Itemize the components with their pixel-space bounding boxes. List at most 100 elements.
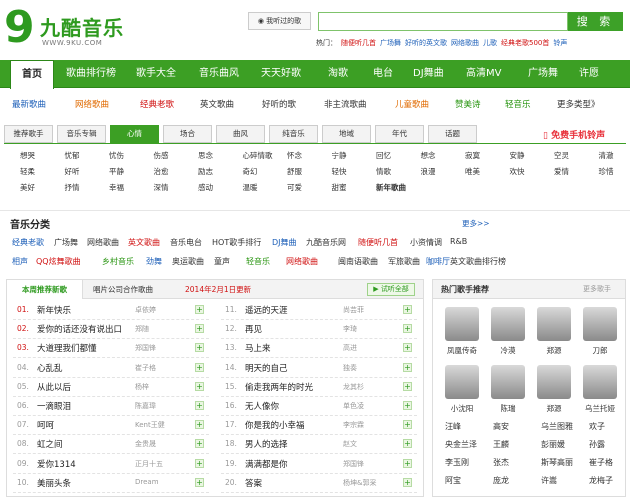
song-title-link[interactable]: 偷走我两年的时光 — [245, 381, 313, 393]
search-button[interactable]: 搜 索 — [568, 12, 623, 31]
mood-tag[interactable]: 宁静 — [332, 150, 347, 161]
mood-tag[interactable]: 情歌 — [376, 166, 391, 177]
add-song-icon[interactable]: + — [403, 305, 412, 314]
singer-photo-name[interactable]: 凤凰传奇 — [440, 345, 484, 356]
singer-name-link[interactable]: 许嵩 — [541, 475, 557, 486]
category-link[interactable]: 非主流歌曲 — [324, 98, 367, 110]
add-song-icon[interactable]: + — [403, 458, 412, 468]
mood-tag[interactable]: 幸福 — [109, 182, 124, 193]
music-cat-link[interactable]: 乡村音乐 — [102, 256, 134, 267]
nav-item[interactable]: 高清MV — [466, 60, 501, 88]
mood-tag[interactable]: 珍惜 — [599, 166, 614, 177]
nav-item[interactable]: 淘歌 — [328, 60, 348, 88]
singer-name-link[interactable]: 王麟 — [493, 439, 509, 450]
tab-话题[interactable]: 话题 — [428, 125, 477, 143]
music-cat-link[interactable]: 英文歌曲排行榜 — [450, 256, 506, 267]
nav-item[interactable]: 歌曲排行榜 — [66, 60, 116, 88]
music-cat-link[interactable]: 小资情调 — [410, 237, 442, 248]
song-title-link[interactable]: 爱你1314 — [37, 458, 76, 470]
category-link[interactable]: 最新歌曲 — [12, 98, 46, 110]
singer-name-link[interactable]: 张杰 — [493, 457, 509, 468]
category-link[interactable]: 更多类型》 — [557, 98, 600, 110]
music-cat-link[interactable]: 音乐电台 — [170, 237, 202, 248]
music-cat-link[interactable]: DJ舞曲 — [272, 237, 297, 248]
song-title-link[interactable]: 一滴眼泪 — [37, 400, 71, 412]
mood-tag[interactable]: 美好 — [20, 182, 35, 193]
music-cat-link[interactable]: 九酷音乐网 — [306, 237, 346, 248]
music-cat-link[interactable]: 网络歌曲 — [87, 237, 119, 248]
mood-tag[interactable]: 忧郁 — [65, 150, 80, 161]
singer-name-link[interactable]: 龙梅子 — [589, 475, 613, 486]
add-song-icon[interactable]: + — [195, 477, 204, 487]
artist-link[interactable]: 单色凌 — [343, 401, 364, 411]
add-song-icon[interactable]: + — [403, 362, 412, 372]
mood-tag[interactable]: 爱情 — [554, 166, 569, 177]
music-cat-link[interactable]: 相声 — [12, 256, 28, 267]
music-cat-link[interactable]: R&B — [450, 237, 467, 246]
artist-link[interactable]: 李宗霖 — [343, 420, 364, 430]
singer-avatar[interactable] — [445, 365, 479, 399]
mood-tag[interactable]: 唯美 — [465, 166, 480, 177]
category-link[interactable]: 轻音乐 — [505, 98, 531, 110]
artist-link[interactable]: 郑随 — [135, 324, 149, 334]
song-title-link[interactable]: 美丽头条 — [37, 477, 71, 489]
add-song-icon[interactable]: + — [403, 381, 412, 391]
song-title-link[interactable]: 满满都是你 — [245, 458, 288, 470]
artist-link[interactable]: 金贵晟 — [135, 439, 156, 449]
category-link[interactable]: 网络歌曲 — [75, 98, 109, 110]
add-song-icon[interactable]: + — [195, 381, 204, 391]
song-title-link[interactable]: 遥远的天涯 — [245, 304, 288, 316]
nav-home[interactable]: 首页 — [10, 60, 54, 89]
search-input[interactable] — [318, 12, 568, 31]
artist-link[interactable]: Dream — [135, 478, 159, 486]
nav-item[interactable]: DJ舞曲 — [413, 60, 444, 88]
artist-link[interactable]: 龙其杉 — [343, 382, 364, 392]
nav-item[interactable]: 音乐曲风 — [199, 60, 239, 88]
mood-tag[interactable]: 平静 — [109, 166, 124, 177]
category-link[interactable]: 赞美诗 — [455, 98, 481, 110]
music-cats-more-link[interactable]: 更多>> — [462, 218, 490, 229]
music-cat-link[interactable]: 咖啡厅 — [426, 256, 450, 267]
add-song-icon[interactable]: + — [403, 343, 412, 353]
add-song-icon[interactable]: + — [403, 324, 412, 334]
category-link[interactable]: 英文歌曲 — [200, 98, 234, 110]
music-cat-link[interactable]: 随便听几首 — [358, 237, 398, 248]
artist-link[interactable]: 卓依婷 — [135, 305, 156, 315]
artist-link[interactable]: 郑国锋 — [135, 343, 156, 353]
music-cat-link[interactable]: 广场舞 — [54, 237, 78, 248]
play-all-button[interactable]: ▶ 试听全部 — [367, 283, 415, 296]
song-title-link[interactable]: 从此以后 — [37, 381, 71, 393]
music-cat-link[interactable]: 奥运歌曲 — [172, 256, 204, 267]
mood-tag[interactable]: 寂寞 — [465, 150, 480, 161]
singer-photo-name[interactable]: 冷漠 — [486, 345, 530, 356]
mood-tag[interactable]: 怀念 — [287, 150, 302, 161]
singer-avatar[interactable] — [537, 365, 571, 399]
song-title-link[interactable]: 大道理我们都懂 — [37, 342, 97, 354]
song-title-link[interactable]: 明天的自己 — [245, 362, 288, 374]
tab-场合[interactable]: 场合 — [163, 125, 212, 143]
tab-音乐专辑[interactable]: 音乐专辑 — [57, 125, 106, 143]
artist-link[interactable]: 杨坤&郭采 — [343, 478, 376, 488]
mood-tag[interactable]: 欢快 — [510, 166, 525, 177]
singer-photo-name[interactable]: 刀郎 — [578, 345, 622, 356]
hot-keyword-link[interactable]: 铃声 — [553, 39, 567, 47]
tab-weekly-new[interactable]: 本周推荐新歌 — [7, 280, 83, 299]
tab-推荐歌手[interactable]: 推荐歌手 — [4, 125, 53, 143]
mood-tag[interactable]: 甜蜜 — [332, 182, 347, 193]
mood-tag[interactable]: 清澈 — [599, 150, 614, 161]
add-song-icon[interactable]: + — [403, 420, 412, 430]
singer-name-link[interactable]: 高安 — [493, 421, 509, 432]
singer-name-link[interactable]: 庞龙 — [493, 475, 509, 486]
artist-link[interactable]: 赵文 — [343, 439, 357, 449]
mood-tag[interactable]: 温暖 — [243, 182, 258, 193]
music-cat-link[interactable]: 英文歌曲 — [128, 237, 160, 248]
nav-item[interactable]: 天天好歌 — [261, 60, 301, 88]
artist-link[interactable]: Kent王健 — [135, 420, 165, 430]
music-cat-link[interactable]: 军旅歌曲 — [388, 256, 420, 267]
add-song-icon[interactable]: + — [195, 420, 204, 430]
mood-tag[interactable]: 励志 — [198, 166, 213, 177]
hot-keyword-link[interactable]: 网络歌曲 — [451, 39, 479, 47]
singer-name-link[interactable]: 乌兰图雅 — [541, 421, 573, 432]
add-song-icon[interactable]: + — [195, 401, 204, 410]
singer-photo-name[interactable]: 小沈阳 — [440, 403, 484, 414]
